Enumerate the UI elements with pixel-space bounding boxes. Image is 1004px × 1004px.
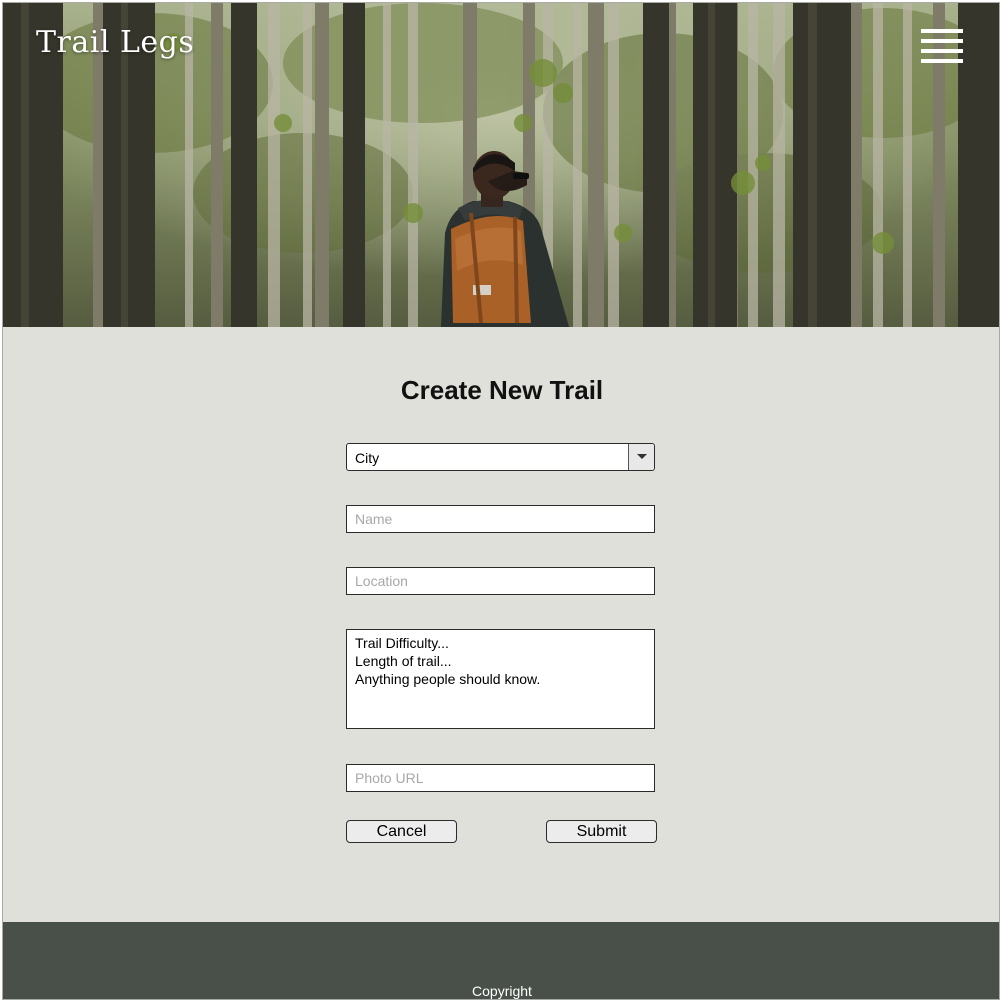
location-input[interactable] bbox=[346, 567, 655, 595]
page-frame: Trail Legs Create New Trail City Trail D… bbox=[2, 2, 1000, 1000]
submit-button[interactable]: Submit bbox=[546, 820, 657, 843]
copyright-text: Copyright bbox=[472, 983, 532, 999]
city-select[interactable]: City bbox=[346, 443, 655, 471]
chevron-down-icon[interactable] bbox=[628, 444, 654, 470]
photo-url-input[interactable] bbox=[346, 764, 655, 792]
create-trail-section: Create New Trail City Trail Difficulty..… bbox=[3, 327, 999, 923]
brand-logo[interactable]: Trail Legs bbox=[36, 25, 194, 60]
name-input[interactable] bbox=[346, 505, 655, 533]
hamburger-menu-icon[interactable] bbox=[921, 29, 963, 63]
page-title: Create New Trail bbox=[400, 375, 604, 405]
description-textarea[interactable]: Trail Difficulty... Length of trail... A… bbox=[346, 629, 655, 729]
city-select-value: City bbox=[355, 450, 380, 466]
hero-banner: Trail Legs bbox=[3, 3, 999, 327]
footer: Copyright bbox=[3, 922, 999, 999]
cancel-button[interactable]: Cancel bbox=[346, 820, 457, 843]
